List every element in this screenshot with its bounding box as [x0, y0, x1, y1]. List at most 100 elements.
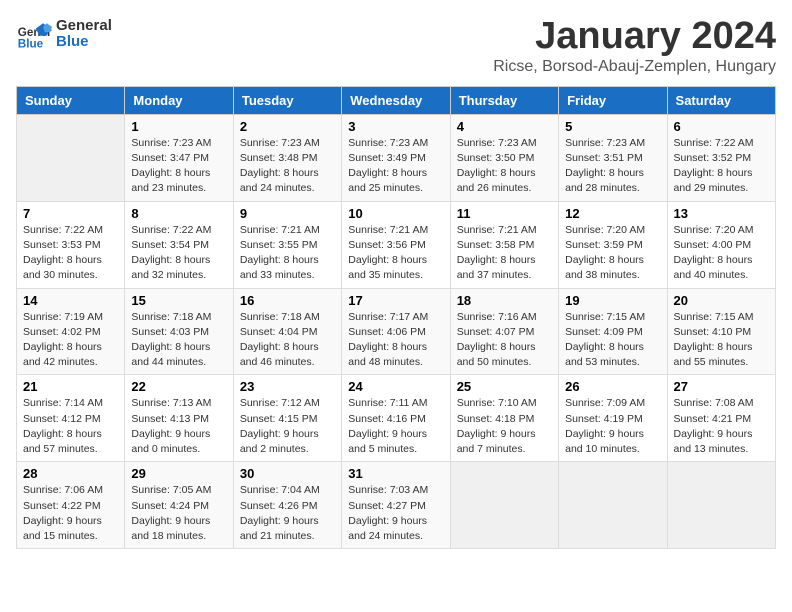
header-friday: Friday [559, 86, 667, 114]
day-info: Sunrise: 7:08 AMSunset: 4:21 PMDaylight:… [674, 396, 769, 457]
calendar-subtitle: Ricse, Borsod-Abauj-Zemplen, Hungary [493, 58, 776, 76]
day-cell: 9 Sunrise: 7:21 AMSunset: 3:55 PMDaylight… [233, 201, 341, 288]
day-cell: 26 Sunrise: 7:09 AMSunset: 4:19 PMDayligh… [559, 375, 667, 462]
day-info: Sunrise: 7:04 AMSunset: 4:26 PMDaylight:… [240, 483, 335, 544]
day-info: Sunrise: 7:06 AMSunset: 4:22 PMDaylight:… [23, 483, 118, 544]
logo: General Blue General Blue [16, 16, 112, 52]
day-info: Sunrise: 7:05 AMSunset: 4:24 PMDaylight:… [131, 483, 226, 544]
day-number: 13 [674, 206, 769, 221]
day-cell: 25Sunrise: 7:10 AMSunset: 4:18 PMDayligh… [450, 375, 558, 462]
day-number: 26 [565, 379, 660, 394]
day-info: Sunrise: 7:12 AMSunset: 4:15 PMDaylight:… [240, 396, 335, 457]
day-info: Sunrise: 7:23 AMSunset: 3:49 PMDaylight:… [348, 136, 443, 197]
day-info: Sunrise: 7:21 AMSunset: 3:58 PMDaylight:… [457, 223, 552, 284]
page-header: General Blue General Blue January 2024 R… [16, 16, 776, 76]
day-number: 5 [565, 119, 660, 134]
day-cell: 14 Sunrise: 7:19 AMSunset: 4:02 PMDayligh… [17, 288, 125, 375]
day-number: 30 [240, 466, 335, 481]
day-number: 1 [131, 119, 226, 134]
day-info: Sunrise: 7:22 AMSunset: 3:54 PMDaylight:… [131, 223, 226, 284]
day-number: 6 [674, 119, 769, 134]
day-cell [559, 462, 667, 549]
day-number: 9 [240, 206, 335, 221]
day-cell: 19 Sunrise: 7:15 AMSunset: 4:09 PMDayligh… [559, 288, 667, 375]
logo-general: General [56, 18, 112, 35]
title-block: January 2024 Ricse, Borsod-Abauj-Zemplen… [493, 16, 776, 76]
calendar-title: January 2024 [493, 16, 776, 58]
day-number: 24 [348, 379, 443, 394]
day-cell: 27 Sunrise: 7:08 AMSunset: 4:21 PMDayligh… [667, 375, 775, 462]
day-info: Sunrise: 7:15 AMSunset: 4:10 PMDaylight:… [674, 310, 769, 371]
calendar-body: 1 Sunrise: 7:23 AMSunset: 3:47 PMDaylight… [17, 114, 776, 548]
day-cell: 17Sunrise: 7:17 AMSunset: 4:06 PMDayligh… [342, 288, 450, 375]
day-cell: 13 Sunrise: 7:20 AMSunset: 4:00 PMDayligh… [667, 201, 775, 288]
day-info: Sunrise: 7:20 AMSunset: 3:59 PMDaylight:… [565, 223, 660, 284]
day-number: 25 [457, 379, 552, 394]
day-info: Sunrise: 7:09 AMSunset: 4:19 PMDaylight:… [565, 396, 660, 457]
day-info: Sunrise: 7:13 AMSunset: 4:13 PMDaylight:… [131, 396, 226, 457]
day-cell: 29 Sunrise: 7:05 AMSunset: 4:24 PMDayligh… [125, 462, 233, 549]
day-number: 31 [348, 466, 443, 481]
day-info: Sunrise: 7:23 AMSunset: 3:50 PMDaylight:… [457, 136, 552, 197]
header-wednesday: Wednesday [342, 86, 450, 114]
day-number: 7 [23, 206, 118, 221]
svg-text:Blue: Blue [18, 38, 44, 51]
day-number: 2 [240, 119, 335, 134]
day-number: 29 [131, 466, 226, 481]
day-info: Sunrise: 7:22 AMSunset: 3:52 PMDaylight:… [674, 136, 769, 197]
day-info: Sunrise: 7:16 AMSunset: 4:07 PMDaylight:… [457, 310, 552, 371]
day-info: Sunrise: 7:19 AMSunset: 4:02 PMDaylight:… [23, 310, 118, 371]
logo-icon: General Blue [16, 16, 52, 52]
day-info: Sunrise: 7:18 AMSunset: 4:04 PMDaylight:… [240, 310, 335, 371]
day-info: Sunrise: 7:23 AMSunset: 3:47 PMDaylight:… [131, 136, 226, 197]
day-number: 17 [348, 293, 443, 308]
day-number: 21 [23, 379, 118, 394]
day-info: Sunrise: 7:22 AMSunset: 3:53 PMDaylight:… [23, 223, 118, 284]
day-cell: 2Sunrise: 7:23 AMSunset: 3:48 PMDaylight… [233, 114, 341, 201]
day-cell: 3 Sunrise: 7:23 AMSunset: 3:49 PMDaylight… [342, 114, 450, 201]
day-info: Sunrise: 7:15 AMSunset: 4:09 PMDaylight:… [565, 310, 660, 371]
header-row: SundayMondayTuesdayWednesdayThursdayFrid… [17, 86, 776, 114]
day-number: 22 [131, 379, 226, 394]
day-cell: 6 Sunrise: 7:22 AMSunset: 3:52 PMDaylight… [667, 114, 775, 201]
day-number: 27 [674, 379, 769, 394]
calendar-header: SundayMondayTuesdayWednesdayThursdayFrid… [17, 86, 776, 114]
day-cell: 12Sunrise: 7:20 AMSunset: 3:59 PMDayligh… [559, 201, 667, 288]
day-number: 15 [131, 293, 226, 308]
day-info: Sunrise: 7:20 AMSunset: 4:00 PMDaylight:… [674, 223, 769, 284]
day-cell: 28 Sunrise: 7:06 AMSunset: 4:22 PMDayligh… [17, 462, 125, 549]
week-row-0: 1 Sunrise: 7:23 AMSunset: 3:47 PMDaylight… [17, 114, 776, 201]
day-number: 20 [674, 293, 769, 308]
day-number: 23 [240, 379, 335, 394]
day-cell: 21 Sunrise: 7:14 AMSunset: 4:12 PMDayligh… [17, 375, 125, 462]
day-cell [667, 462, 775, 549]
day-cell: 5 Sunrise: 7:23 AMSunset: 3:51 PMDaylight… [559, 114, 667, 201]
day-number: 19 [565, 293, 660, 308]
day-cell: 8Sunrise: 7:22 AMSunset: 3:54 PMDaylight… [125, 201, 233, 288]
header-sunday: Sunday [17, 86, 125, 114]
day-number: 3 [348, 119, 443, 134]
day-cell: 10Sunrise: 7:21 AMSunset: 3:56 PMDayligh… [342, 201, 450, 288]
day-cell: 7 Sunrise: 7:22 AMSunset: 3:53 PMDaylight… [17, 201, 125, 288]
day-info: Sunrise: 7:21 AMSunset: 3:56 PMDaylight:… [348, 223, 443, 284]
day-number: 28 [23, 466, 118, 481]
day-info: Sunrise: 7:14 AMSunset: 4:12 PMDaylight:… [23, 396, 118, 457]
day-number: 4 [457, 119, 552, 134]
header-saturday: Saturday [667, 86, 775, 114]
day-cell [17, 114, 125, 201]
day-cell: 23 Sunrise: 7:12 AMSunset: 4:15 PMDayligh… [233, 375, 341, 462]
day-cell: 18Sunrise: 7:16 AMSunset: 4:07 PMDayligh… [450, 288, 558, 375]
header-monday: Monday [125, 86, 233, 114]
day-info: Sunrise: 7:23 AMSunset: 3:51 PMDaylight:… [565, 136, 660, 197]
day-number: 14 [23, 293, 118, 308]
day-cell: 24 Sunrise: 7:11 AMSunset: 4:16 PMDayligh… [342, 375, 450, 462]
header-tuesday: Tuesday [233, 86, 341, 114]
day-info: Sunrise: 7:11 AMSunset: 4:16 PMDaylight:… [348, 396, 443, 457]
day-cell: 16Sunrise: 7:18 AMSunset: 4:04 PMDayligh… [233, 288, 341, 375]
day-cell: 22 Sunrise: 7:13 AMSunset: 4:13 PMDayligh… [125, 375, 233, 462]
day-info: Sunrise: 7:21 AMSunset: 3:55 PMDaylight:… [240, 223, 335, 284]
day-cell: 31Sunrise: 7:03 AMSunset: 4:27 PMDayligh… [342, 462, 450, 549]
logo-blue: Blue [56, 34, 112, 51]
week-row-3: 21 Sunrise: 7:14 AMSunset: 4:12 PMDayligh… [17, 375, 776, 462]
day-cell: 15Sunrise: 7:18 AMSunset: 4:03 PMDayligh… [125, 288, 233, 375]
